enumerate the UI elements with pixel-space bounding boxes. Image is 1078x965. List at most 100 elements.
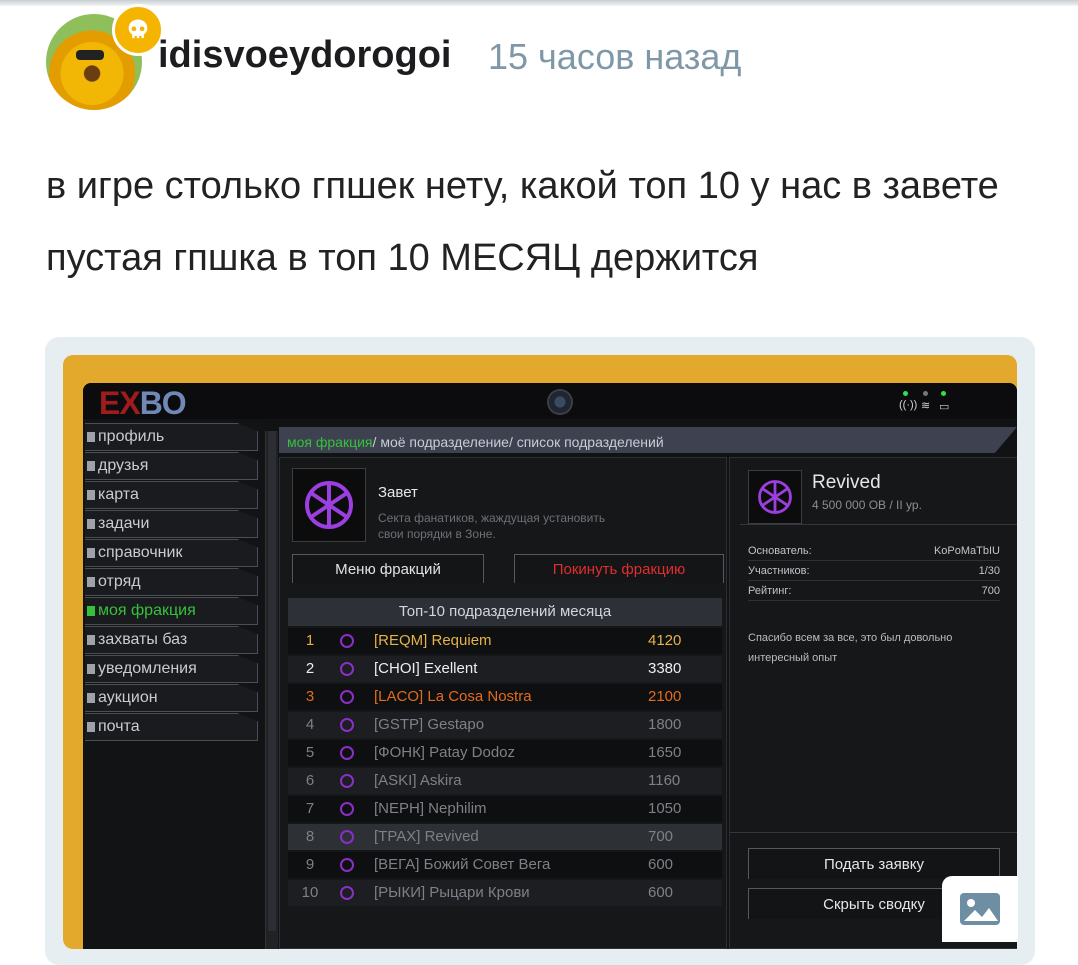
attached-image[interactable]: EXBO ((·)) ≋ ▭ профиль друзья карта зада… — [45, 337, 1035, 965]
image-icon[interactable] — [942, 876, 1018, 942]
rank-number: 10 — [301, 884, 319, 901]
apply-button[interactable]: Подать заявку — [748, 848, 1000, 879]
top10-row[interactable]: 10 [РЫКИ] Рыцари Крови 600 — [288, 880, 722, 906]
top10-row[interactable]: 4 [GSTP] Gestapo 1800 — [288, 712, 722, 738]
sidebar-scrollbar[interactable] — [265, 431, 278, 949]
sidebar-item-friends[interactable]: друзья — [85, 452, 258, 480]
led-icon — [923, 391, 928, 396]
unit-name: [ASKI] Askira — [374, 772, 462, 789]
founder-stat: Основатель: KoPoMaTbIU — [748, 542, 1000, 561]
antenna-icon: ((·)) — [899, 399, 918, 411]
rank-number: 3 — [305, 688, 315, 705]
top10-row[interactable]: 3 [LACO] La Cosa Nostra 2100 — [288, 684, 722, 710]
unit-score: 600 — [648, 856, 674, 873]
divider — [730, 832, 1017, 833]
faction-content: моя фракция/ моё подразделение/ список п… — [279, 427, 1017, 949]
unit-score: 700 — [648, 828, 674, 845]
faction-emblem-icon — [340, 718, 354, 732]
top10-title: Топ-10 подразделений месяца — [288, 598, 722, 626]
unit-name: [LACO] La Cosa Nostra — [374, 688, 532, 705]
unit-score: 2100 — [648, 688, 682, 705]
unit-score: 3380 — [648, 660, 682, 677]
divider — [740, 524, 1017, 525]
unit-name: [TPAX] Revived — [374, 828, 479, 845]
unit-emblem-icon — [748, 470, 802, 524]
unit-score: 600 — [648, 884, 674, 901]
unit-name: Revived — [812, 472, 881, 493]
tab-unit-list[interactable]: список подразделений — [517, 434, 664, 450]
top-edge — [0, 0, 1078, 6]
faction-emblem-icon — [340, 886, 354, 900]
rank-number: 8 — [305, 828, 315, 845]
unit-meta: 4 500 000 OB / II ур. — [812, 498, 922, 512]
unit-name: [REQM] Requiem — [374, 632, 492, 649]
top10-row[interactable]: 9 [ВЕГА] Божий Совет Вега 600 — [288, 852, 722, 878]
faction-panel: Завет Секта фанатиков, жаждущая установи… — [279, 457, 727, 949]
tab-my-faction[interactable]: моя фракция — [287, 434, 373, 450]
username[interactable]: idisvoeydorogoi — [158, 34, 451, 77]
rank-number: 9 — [305, 856, 315, 873]
unit-score: 1800 — [648, 716, 682, 733]
rank-number: 4 — [305, 716, 315, 733]
faction-emblem-icon — [340, 802, 354, 816]
scrollbar-thumb[interactable] — [268, 431, 276, 931]
leave-faction-button[interactable]: Покинуть фракцию — [514, 554, 724, 583]
sidebar-item-base-captures[interactable]: захваты баз — [85, 626, 258, 654]
top10-row[interactable]: 7 [NEPH] Nephilim 1050 — [288, 796, 722, 822]
post-text: в игре столько гпшек нету, какой топ 10 … — [46, 165, 999, 279]
game-logo: EXBO — [99, 385, 187, 421]
led-icon — [903, 391, 908, 396]
rank-number: 2 — [305, 660, 315, 677]
top10-row[interactable]: 6 [ASKI] Askira 1160 — [288, 768, 722, 794]
camera-icon — [547, 389, 573, 415]
game-screen: EXBO ((·)) ≋ ▭ профиль друзья карта зада… — [83, 383, 1017, 949]
post-timestamp: 15 часов назад — [488, 36, 742, 77]
faction-name: Завет — [378, 484, 418, 501]
unit-message: Спасибо всем за все, это был довольно ин… — [748, 632, 953, 664]
unit-name: [CHOI] Exellent — [374, 660, 478, 677]
top10-row[interactable]: 8 [TPAX] Revived 700 — [288, 824, 722, 850]
unit-name: [ВЕГА] Божий Совет Вега — [374, 856, 551, 873]
tab-my-unit[interactable]: моё подразделение — [380, 434, 509, 450]
top10-row[interactable]: 5 [ФОНК] Patay Dodoz 1650 — [288, 740, 722, 766]
led-icon — [941, 391, 946, 396]
sidebar-item-tasks[interactable]: задачи — [85, 510, 258, 538]
rank-number: 7 — [305, 800, 315, 817]
faction-menu-button[interactable]: Меню фракций — [292, 554, 484, 583]
sunglasses-decoration — [76, 50, 104, 60]
faction-emblem-icon — [340, 830, 354, 844]
sidebar-item-squad[interactable]: отряд — [85, 568, 258, 596]
rank-number: 1 — [305, 632, 315, 649]
unit-score: 1160 — [648, 772, 681, 789]
unit-name: [NEPH] Nephilim — [374, 800, 487, 817]
faction-emblem-icon — [340, 634, 354, 648]
breadcrumb: моя фракция/ моё подразделение/ список п… — [279, 427, 1017, 453]
top10-row[interactable]: 2 [CHOI] Exellent 3380 — [288, 656, 722, 682]
sidebar-item-auction[interactable]: аукцион — [85, 684, 258, 712]
members-stat: Участников: 1/30 — [748, 562, 1000, 581]
rank-number: 5 — [305, 744, 315, 761]
faction-emblem-icon — [340, 774, 354, 788]
screen-bezel: EXBO ((·)) ≋ ▭ — [83, 383, 1017, 421]
faction-emblem-icon — [340, 746, 354, 760]
status-indicators: ((·)) ≋ ▭ — [883, 387, 963, 415]
wifi-icon: ≋ — [921, 400, 931, 412]
faction-emblem-icon — [340, 662, 354, 676]
rating-stat: Рейтинг: 700 — [748, 582, 1000, 601]
sidebar-item-profile[interactable]: профиль — [85, 423, 258, 451]
sidebar-item-my-faction[interactable]: моя фракция — [85, 597, 258, 625]
sidebar-item-map[interactable]: карта — [85, 481, 258, 509]
post-header: idisvoeydorogoi 15 часов назад — [46, 4, 1046, 110]
faction-emblem-icon — [292, 468, 366, 542]
unit-score: 4120 — [648, 632, 682, 649]
sidebar-item-mail[interactable]: почта — [85, 713, 258, 741]
sidebar-item-reference[interactable]: справочник — [85, 539, 258, 567]
top10-row[interactable]: 1 [REQM] Requiem 4120 — [288, 628, 722, 654]
sidebar-item-notifications[interactable]: уведомления — [85, 655, 258, 683]
faction-emblem-icon — [340, 858, 354, 872]
unit-name: [РЫКИ] Рыцари Крови — [374, 884, 530, 901]
rank-number: 6 — [305, 772, 315, 789]
faction-description: Секта фанатиков, жаждущая установить сво… — [378, 511, 606, 541]
unit-score: 1650 — [648, 744, 682, 761]
faction-emblem-icon — [340, 690, 354, 704]
